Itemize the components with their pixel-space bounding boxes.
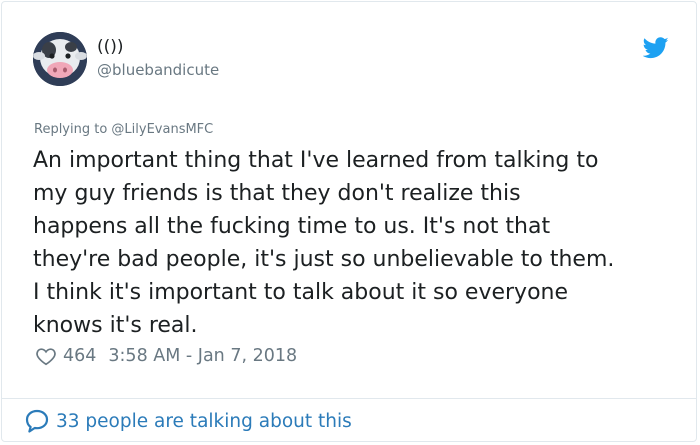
cow-avatar-image: [33, 32, 87, 86]
tweet-text-line: An important thing that I've learned fro…: [33, 148, 599, 173]
divider: [2, 398, 696, 399]
tweet-text: An important thing that I've learned fro…: [33, 144, 683, 342]
display-name[interactable]: (()): [97, 36, 219, 58]
timestamp[interactable]: 3:58 AM - Jan 7, 2018: [108, 346, 297, 366]
tweet-header: (()) @bluebandicute: [33, 32, 673, 88]
user-handle[interactable]: @bluebandicute: [97, 60, 219, 80]
conversation-count[interactable]: 33 people are talking about this: [56, 411, 352, 432]
conversation-link[interactable]: 33 people are talking about this: [24, 408, 352, 434]
tweet-text-line: happens all the fucking time to us. It's…: [33, 214, 551, 239]
heart-icon[interactable]: [35, 345, 57, 367]
tweet-text-line: I think it's important to talk about it …: [33, 280, 569, 305]
replying-to[interactable]: Replying to @LilyEvansMFC: [34, 122, 213, 137]
twitter-bird-icon[interactable]: [643, 37, 669, 59]
tweet-meta: 464 3:58 AM - Jan 7, 2018: [35, 345, 297, 367]
tweet-text-line: knows it's real.: [33, 313, 198, 338]
author-names[interactable]: (()) @bluebandicute: [97, 36, 219, 80]
tweet-text-line: my guy friends is that they don't realiz…: [33, 181, 521, 206]
speech-bubble-icon: [25, 409, 49, 433]
tweet-card: (()) @bluebandicute Replying to @LilyEva…: [1, 1, 697, 442]
like-count[interactable]: 464: [63, 346, 96, 366]
tweet-text-line: they're bad people, it's just so unbelie…: [33, 247, 615, 272]
avatar[interactable]: [33, 32, 87, 86]
